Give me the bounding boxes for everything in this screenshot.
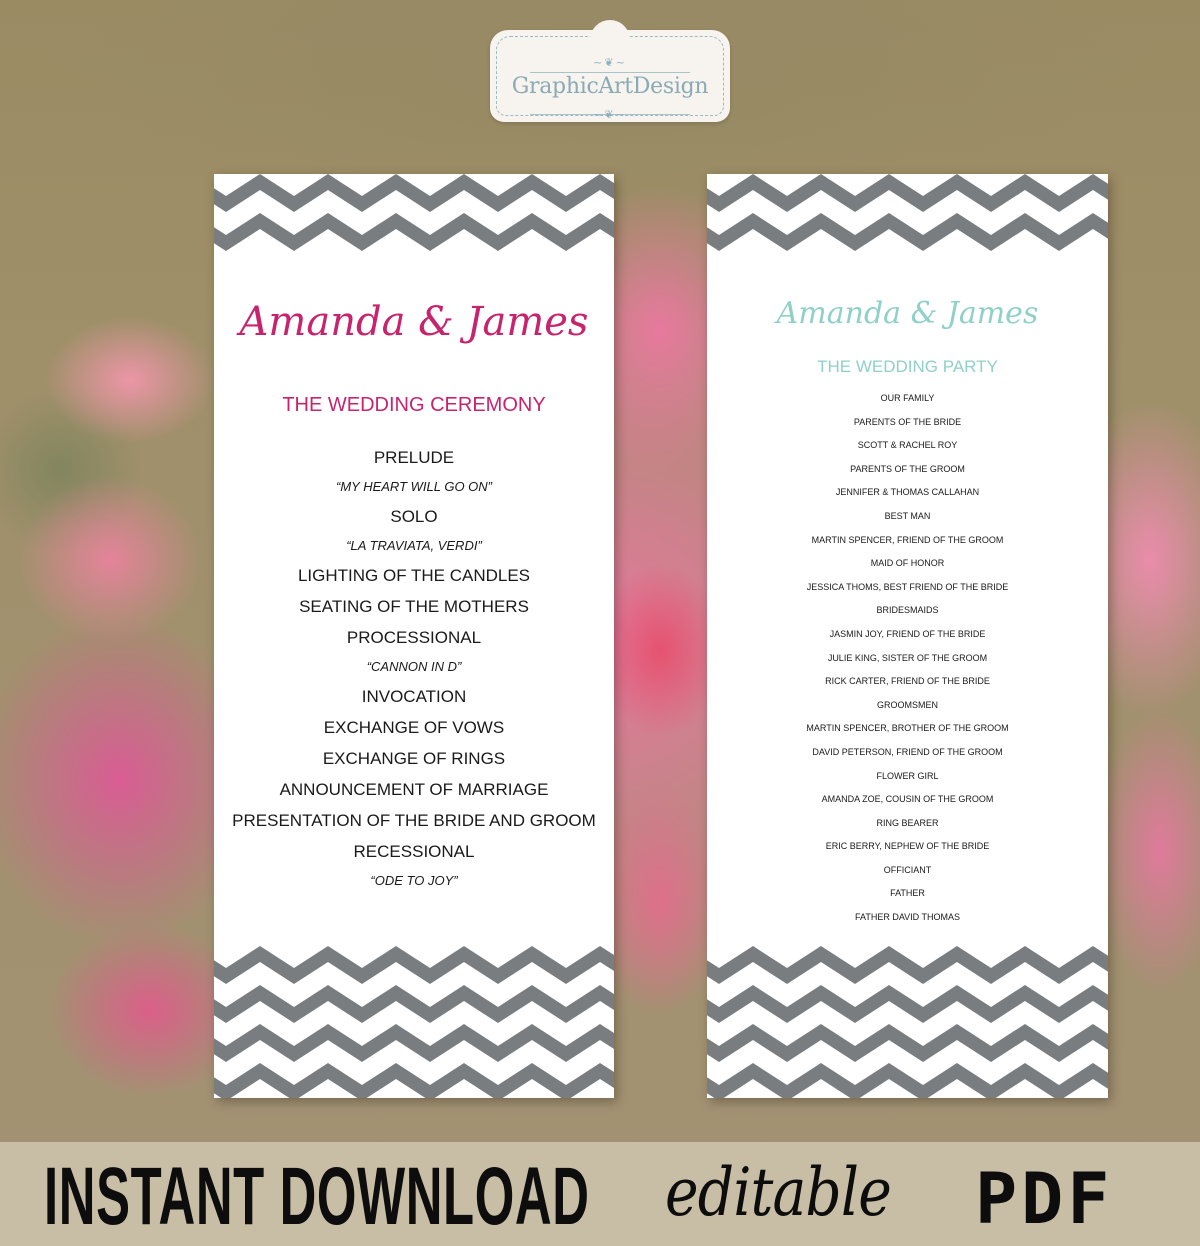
- party-list-item: ERIC BERRY, NEPHEW OF THE BRIDE: [825, 841, 990, 852]
- party-list-item: JASMIN JOY, FRIEND OF THE BRIDE: [829, 628, 986, 639]
- party-list-item: SCOTT & RACHEL ROY: [857, 440, 958, 451]
- program-event: EXCHANGE OF VOWS: [323, 718, 505, 737]
- party-list-item: FATHER: [890, 888, 925, 899]
- party-list-item: PARENTS OF THE BRIDE: [853, 416, 962, 427]
- party-title: THE WEDDING PARTY: [817, 357, 998, 376]
- flourish-ornament-icon: ~❦~: [593, 108, 627, 121]
- party-list-item: JESSICA THOMS, BEST FRIEND OF THE BRIDE: [806, 581, 1009, 592]
- party-list-item: MAID OF HONOR: [870, 558, 945, 569]
- party-list-item: JENNIFER & THOMAS CALLAHAN: [835, 487, 980, 498]
- promo-banner: INSTANT DOWNLOAD editable PDF: [0, 1142, 1200, 1246]
- ceremony-program-card: Amanda & James THE WEDDING CEREMONY PREL…: [214, 174, 614, 1098]
- chevron-stripe: [707, 985, 1108, 1023]
- chevron-stripe: [214, 946, 614, 984]
- party-list-item: DAVID PETERSON, FRIEND OF THE GROOM: [812, 746, 1003, 757]
- chevron-pattern-bottom: [707, 938, 1108, 1098]
- party-list-item: BRIDESMAIDS: [876, 605, 939, 616]
- party-list-item: FATHER DAVID THOMAS: [854, 912, 960, 923]
- party-list-item: MARTIN SPENCER, FRIEND OF THE GROOM: [811, 534, 1004, 545]
- chevron-stripe: [214, 1024, 614, 1062]
- program-event: RECESSIONAL: [353, 842, 475, 861]
- party-list-item: PARENTS OF THE GROOM: [850, 463, 965, 474]
- logo-divider: [530, 72, 690, 73]
- program-song: “CANNON IN D”: [366, 659, 462, 674]
- couple-names: Amanda & James: [776, 296, 1039, 331]
- chevron-stripe: [707, 1024, 1108, 1062]
- program-song: “LA TRAVIATA, VERDI”: [346, 538, 482, 553]
- chevron-pattern-bottom: [214, 938, 614, 1098]
- program-event: LIGHTING OF THE CANDLES: [297, 566, 531, 585]
- chevron-stripe: [214, 1063, 614, 1098]
- program-event: SOLO: [390, 507, 438, 526]
- ceremony-program-list: PRELUDE “MY HEART WILL GO ON” SOLO “LA TRAV…: [214, 446, 614, 899]
- program-event: PROCESSIONAL: [346, 628, 482, 647]
- party-list-item: JULIE KING, SISTER OF THE GROOM: [827, 652, 988, 663]
- party-list-item: AMANDA ZOE, COUSIN OF THE GROOM: [821, 794, 994, 805]
- chevron-stripe: [707, 1063, 1108, 1098]
- wedding-party-list: OUR FAMILY PARENTS OF THE BRIDE SCOTT & RA…: [707, 392, 1108, 935]
- party-list-item: OUR FAMILY: [880, 393, 935, 403]
- party-list-item: FLOWER GIRL: [876, 770, 939, 781]
- banner-format: PDF: [975, 1158, 1114, 1240]
- chevron-stripe: [707, 213, 1108, 251]
- party-list-item: RICK CARTER, FRIEND OF THE BRIDE: [825, 676, 990, 687]
- party-list-item: BEST MAN: [884, 510, 931, 521]
- banner-editable: editable: [665, 1154, 892, 1231]
- program-event: ANNOUNCEMENT OF MARRIAGE: [279, 780, 549, 799]
- wedding-party-card: Amanda & James THE WEDDING PARTY OUR FAM…: [707, 174, 1108, 1098]
- party-list-item: MARTIN SPENCER, BROTHER OF THE GROOM: [806, 723, 1009, 734]
- program-song: “MY HEART WILL GO ON”: [335, 479, 493, 494]
- chevron-stripe: [707, 174, 1108, 212]
- ceremony-title: THE WEDDING CEREMONY: [282, 394, 546, 416]
- chevron-stripe: [214, 213, 614, 251]
- party-list-item: OFFICIANT: [883, 864, 932, 875]
- program-event: PRESENTATION OF THE BRIDE AND GROOM: [232, 811, 596, 830]
- program-song: “ODE TO JOY”: [370, 873, 458, 888]
- chevron-pattern-top: [707, 174, 1108, 264]
- flourish-ornament-icon: ~❦~: [593, 56, 627, 69]
- chevron-stripe: [214, 985, 614, 1023]
- couple-names: Amanda & James: [239, 299, 589, 345]
- chevron-pattern-top: [214, 174, 614, 264]
- chevron-stripe: [707, 946, 1108, 984]
- chevron-stripe: [214, 174, 614, 212]
- party-list-item: GROOMSMEN: [876, 699, 938, 710]
- banner-instant-download: INSTANT DOWNLOAD: [44, 1151, 590, 1242]
- program-event: EXCHANGE OF RINGS: [322, 749, 506, 768]
- program-event: INVOCATION: [361, 687, 467, 706]
- brand-name: GraphicArtDesign: [511, 74, 709, 99]
- program-event: PRELUDE: [373, 448, 455, 467]
- party-list-item: RING BEARER: [876, 817, 939, 828]
- program-event: SEATING OF THE MOTHERS: [299, 597, 529, 616]
- brand-logo-badge: ~❦~ GraphicArtDesign ~❦~: [490, 20, 730, 122]
